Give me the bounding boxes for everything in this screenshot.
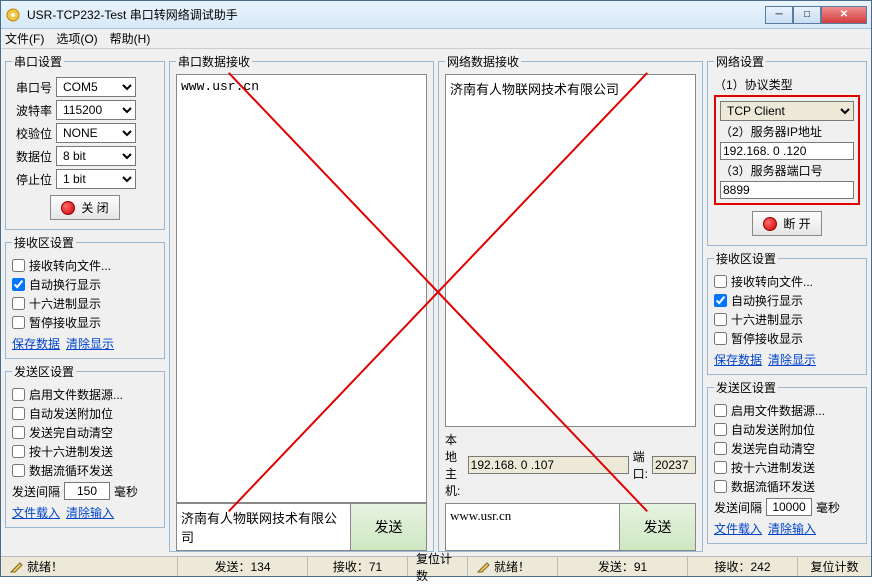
net-recv-to-file[interactable]: 接收转向文件... [714, 273, 860, 290]
data-label: 数据位 [12, 148, 52, 165]
serial-send-settings: 发送区设置 启用文件数据源... 自动发送附加位 发送完自动清空 按十六进制发送… [5, 363, 165, 528]
port-select[interactable]: COM5 [56, 77, 136, 97]
recv-pause[interactable]: 暂停接收显示 [12, 314, 158, 331]
recv-auto-wrap[interactable]: 自动换行显示 [12, 276, 158, 293]
net-recv-auto-wrap[interactable]: 自动换行显示 [714, 292, 860, 309]
net-send-auto-extra[interactable]: 自动发送附加位 [714, 421, 860, 438]
serial-recv-settings: 接收区设置 接收转向文件... 自动换行显示 十六进制显示 暂停接收显示 保存数… [5, 234, 165, 359]
port-label: 串口号 [12, 79, 52, 96]
parity-label: 校验位 [12, 125, 52, 142]
serial-send-text[interactable]: 济南有人物联网技术有限公司 [177, 504, 350, 550]
serial-interval-input[interactable] [64, 482, 110, 500]
status-ready: 就绪！ [27, 558, 63, 575]
serial-send-button[interactable]: 发送 [350, 504, 426, 550]
server-ip-input[interactable] [720, 142, 854, 160]
send-loop[interactable]: 数据流循环发送 [12, 462, 158, 479]
net-settings: 网络设置 （1）协议类型 TCP Client （2）服务器IP地址 （3）服务… [707, 53, 867, 246]
net-send-done-clear[interactable]: 发送完自动清空 [714, 440, 860, 457]
net-recv-text[interactable]: 济南有人物联网技术有限公司 [445, 74, 696, 427]
net-send-loop[interactable]: 数据流循环发送 [714, 478, 860, 495]
local-port-label: 端口: [633, 448, 648, 482]
net-send-clear-input[interactable]: 清除输入 [768, 520, 816, 537]
send-file-load[interactable]: 文件载入 [12, 504, 60, 521]
data-select[interactable]: 8 bit [56, 146, 136, 166]
proto-label: （1）协议类型 [714, 76, 860, 93]
net-send-hex[interactable]: 按十六进制发送 [714, 459, 860, 476]
net-send-count: 91 [634, 560, 647, 574]
local-host-input[interactable] [468, 456, 629, 474]
server-port-label: （3）服务器端口号 [720, 162, 854, 179]
net-reset-count[interactable]: 复位计数 [810, 558, 858, 575]
serial-recv-panel: 串口数据接收 www.usr.cn 济南有人物联网技术有限公司 发送 [169, 53, 434, 552]
menu-options[interactable]: 选项(O) [56, 30, 97, 47]
statusbar: 就绪！ 发送：134 接收：71 复位计数 就绪！ 发送：91 接收：242 复… [1, 556, 871, 576]
serial-reset-count[interactable]: 复位计数 [416, 550, 459, 584]
serial-close-button[interactable]: 关 闭 [50, 195, 119, 220]
recv-to-file[interactable]: 接收转向文件... [12, 257, 158, 274]
recv-hex[interactable]: 十六进制显示 [12, 295, 158, 312]
server-port-input[interactable] [720, 181, 854, 199]
pen-icon [9, 560, 23, 574]
net-send-file-src[interactable]: 启用文件数据源... [714, 402, 860, 419]
record-icon [61, 201, 75, 215]
serial-settings: 串口设置 串口号COM5 波特率115200 校验位NONE 数据位8 bit … [5, 53, 165, 230]
window-title: USR-TCP232-Test 串口转网络调试助手 [27, 6, 765, 23]
net-recv-hex[interactable]: 十六进制显示 [714, 311, 860, 328]
net-send-text[interactable]: www.usr.cn [446, 504, 619, 550]
close-button[interactable]: ✕ [821, 6, 867, 24]
stop-label: 停止位 [12, 171, 52, 188]
net-send-button[interactable]: 发送 [619, 504, 695, 550]
net-send-settings: 发送区设置 启用文件数据源... 自动发送附加位 发送完自动清空 按十六进制发送… [707, 379, 867, 544]
minimize-button[interactable]: ─ [765, 6, 793, 24]
serial-recv-text[interactable]: www.usr.cn [176, 74, 427, 503]
proto-select[interactable]: TCP Client [720, 101, 854, 121]
net-recv-panel: 网络数据接收 济南有人物联网技术有限公司 本地主机: 端口: www.usr.c… [438, 53, 703, 552]
local-port-input[interactable] [652, 456, 696, 474]
recv-clear-link[interactable]: 清除显示 [66, 335, 114, 352]
baud-label: 波特率 [12, 102, 52, 119]
menubar: 文件(F) 选项(O) 帮助(H) [1, 29, 871, 49]
stop-select[interactable]: 1 bit [56, 169, 136, 189]
net-send-file-load[interactable]: 文件载入 [714, 520, 762, 537]
send-hex[interactable]: 按十六进制发送 [12, 443, 158, 460]
net-recv-save[interactable]: 保存数据 [714, 351, 762, 368]
titlebar: USR-TCP232-Test 串口转网络调试助手 ─ □ ✕ [1, 1, 871, 29]
send-clear-input[interactable]: 清除输入 [66, 504, 114, 521]
serial-recv-count: 71 [369, 560, 382, 574]
recv-save-link[interactable]: 保存数据 [12, 335, 60, 352]
record-icon [763, 217, 777, 231]
server-ip-label: （2）服务器IP地址 [720, 123, 854, 140]
app-icon [5, 7, 21, 23]
menu-file[interactable]: 文件(F) [5, 30, 44, 47]
net-interval-input[interactable] [766, 498, 812, 516]
parity-select[interactable]: NONE [56, 123, 136, 143]
net-recv-clear[interactable]: 清除显示 [768, 351, 816, 368]
send-done-clear[interactable]: 发送完自动清空 [12, 424, 158, 441]
maximize-button[interactable]: □ [793, 6, 821, 24]
pen-icon [476, 560, 490, 574]
send-auto-extra[interactable]: 自动发送附加位 [12, 405, 158, 422]
interval-label: 发送间隔 [12, 483, 60, 500]
local-host-label: 本地主机: [445, 431, 464, 499]
send-file-src[interactable]: 启用文件数据源... [12, 386, 158, 403]
net-recv-pause[interactable]: 暂停接收显示 [714, 330, 860, 347]
net-disconnect-button[interactable]: 断 开 [752, 211, 821, 236]
net-recv-settings: 接收区设置 接收转向文件... 自动换行显示 十六进制显示 暂停接收显示 保存数… [707, 250, 867, 375]
serial-send-count: 134 [250, 560, 270, 574]
menu-help[interactable]: 帮助(H) [110, 30, 151, 47]
app-window: USR-TCP232-Test 串口转网络调试助手 ─ □ ✕ 文件(F) 选项… [0, 0, 872, 577]
net-recv-count: 242 [750, 560, 770, 574]
baud-select[interactable]: 115200 [56, 100, 136, 120]
